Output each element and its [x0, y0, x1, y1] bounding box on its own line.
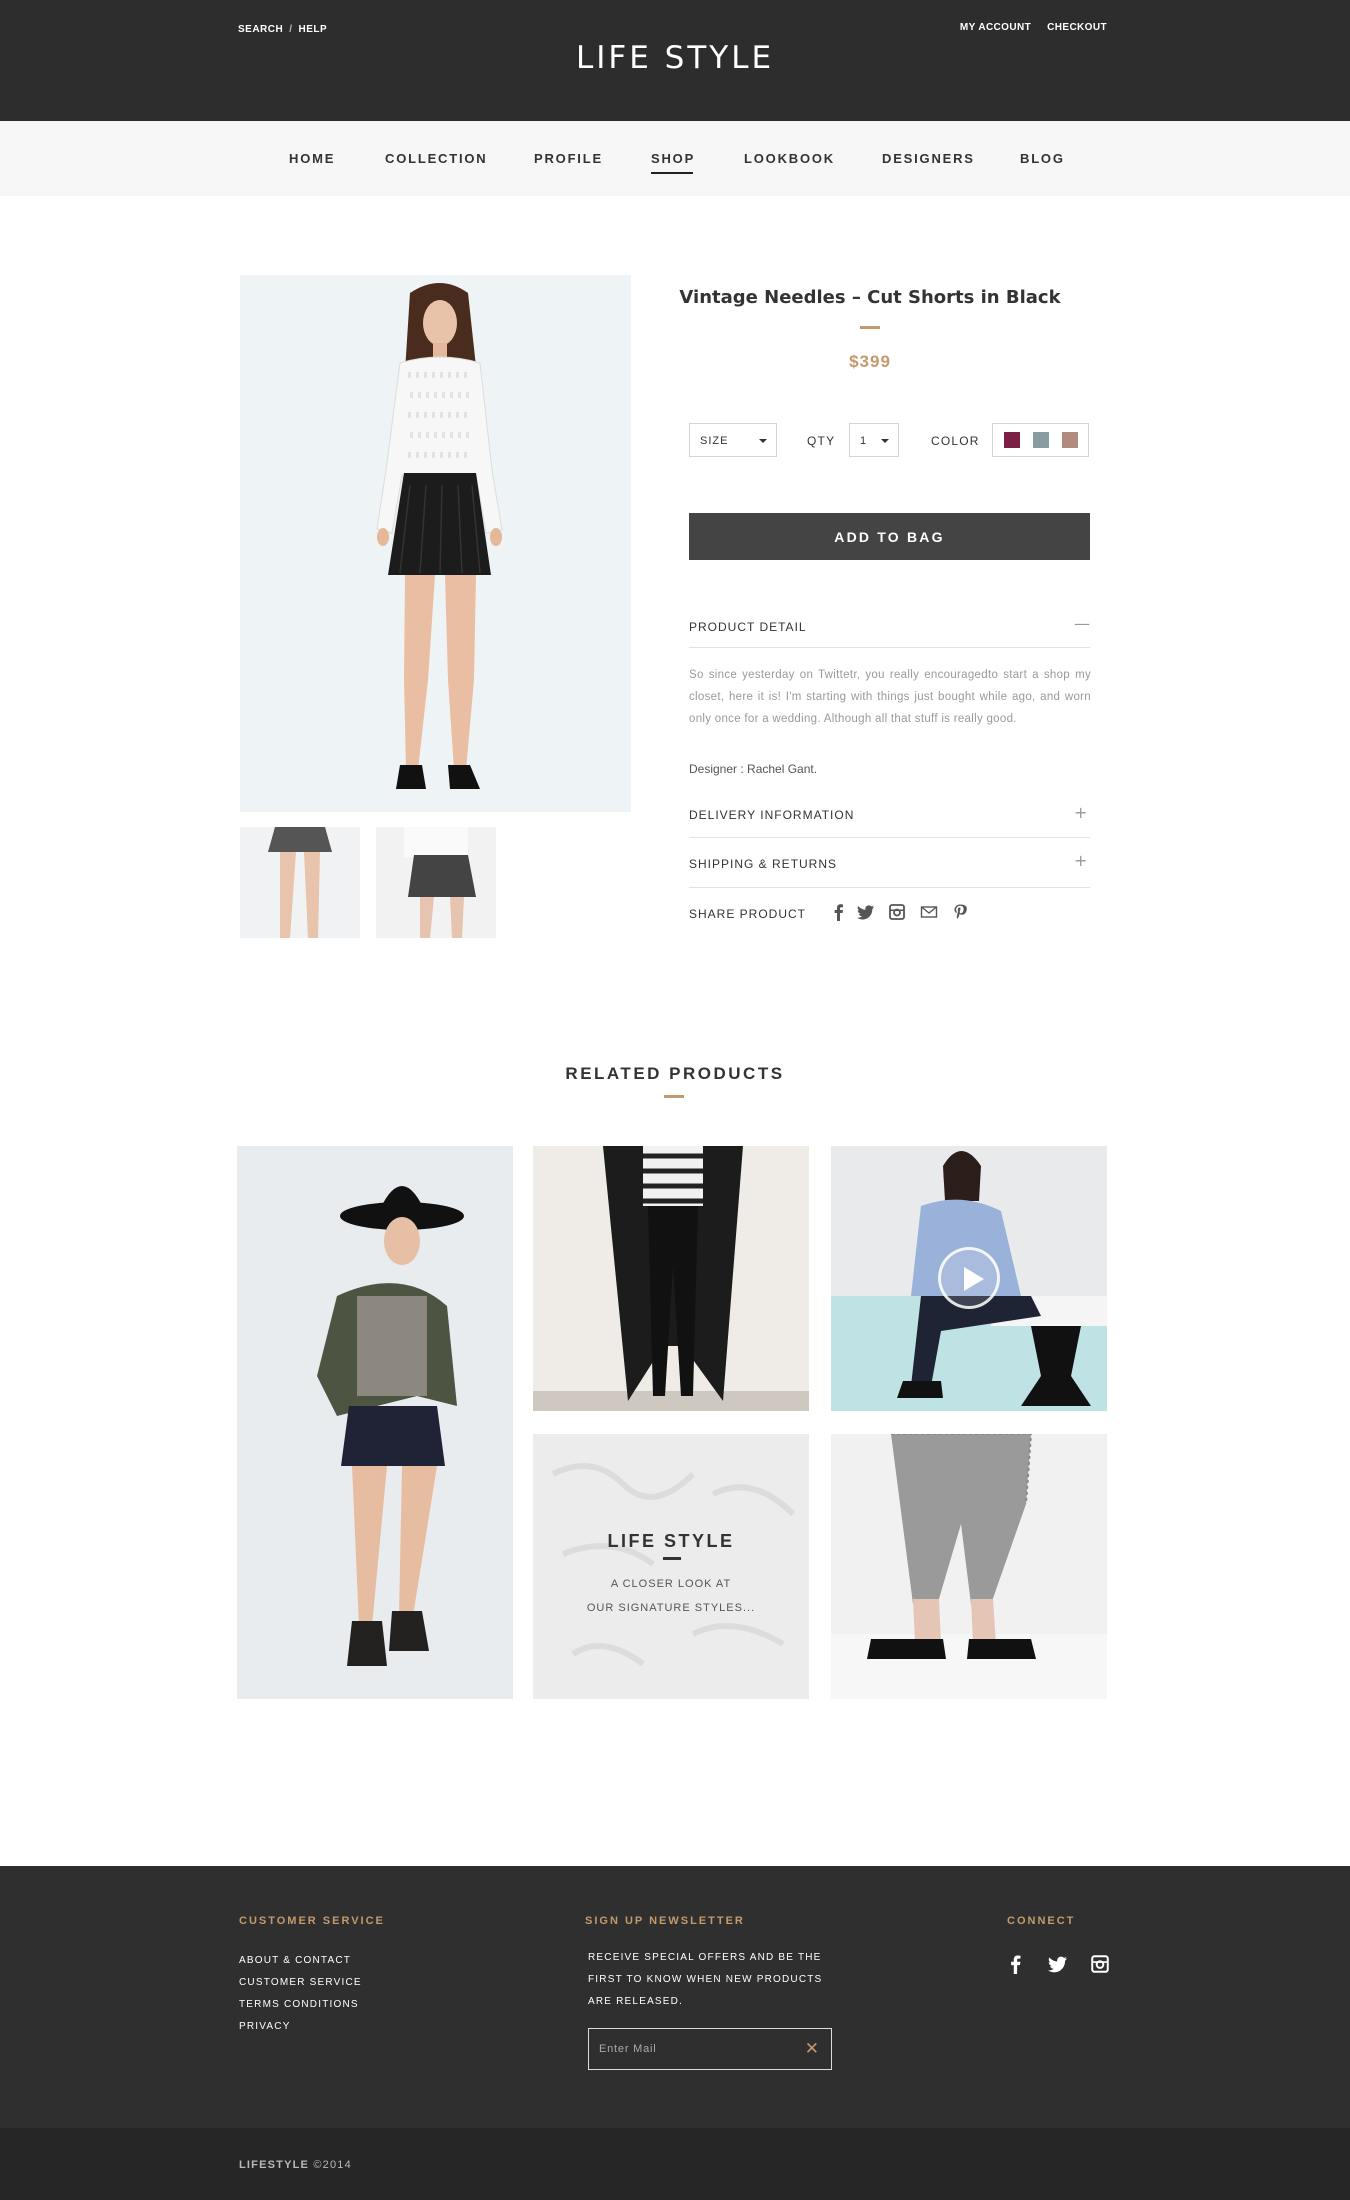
related-accent-line — [664, 1095, 684, 1098]
instagram-icon[interactable] — [1090, 1954, 1110, 1974]
model-coat-illustration — [533, 1146, 809, 1411]
top-header: SEARCH / HELP MY ACCOUNT CHECKOUT LIFE STYL… — [0, 0, 1350, 121]
promo-subtitle-line-1: A CLOSER LOOK AT — [610, 1578, 732, 1590]
my-account-link[interactable]: MY ACCOUNT — [960, 22, 1031, 33]
utility-links: SEARCH / HELP — [238, 24, 327, 35]
model-hat-illustration — [237, 1146, 513, 1699]
copyright-year: ©2014 — [313, 2159, 352, 2171]
product-description: So since yesterday on Twittetr, you real… — [689, 669, 1091, 725]
color-label: COLOR — [931, 434, 980, 448]
thumbnail-skirt-illustration — [240, 827, 360, 938]
facebook-icon[interactable] — [1006, 1954, 1026, 1974]
checkout-link[interactable]: CHECKOUT — [1047, 22, 1107, 33]
promo-divider — [663, 1557, 681, 1560]
copyright-brand: LIFESTYLE — [239, 2159, 310, 2171]
expand-plus-icon[interactable]: + — [1074, 803, 1087, 822]
product-main-image[interactable] — [240, 275, 631, 812]
qty-chevron-down-icon — [881, 439, 889, 443]
related-product-video-card[interactable] — [831, 1146, 1107, 1411]
color-swatch-burgundy[interactable] — [1004, 432, 1020, 448]
collapse-minus-icon[interactable]: — — [1074, 614, 1090, 633]
footer-link-about-contact[interactable]: ABOUT & CONTACT — [239, 1955, 351, 1966]
size-select[interactable]: SIZE — [689, 423, 777, 457]
qty-label: QTY — [807, 434, 836, 448]
footer-link-terms-conditions[interactable]: TERMS CONDITIONS — [239, 1999, 359, 2010]
qty-value: 1 — [860, 435, 868, 447]
mail-icon[interactable] — [920, 903, 938, 921]
newsletter-heading: SIGN UP NEWSLETTER — [585, 1915, 745, 1927]
instagram-icon[interactable] — [888, 903, 906, 921]
newsletter-description: RECEIVE SPECIAL OFFERS AND BE THE FIRST … — [588, 1952, 823, 2007]
promo-card[interactable]: LIFE STYLE A CLOSER LOOK AT OUR SIGNATUR… — [533, 1434, 809, 1699]
nav-item-lookbook[interactable]: LOOKBOOK — [744, 151, 835, 166]
nav-item-shop[interactable]: SHOP — [651, 151, 695, 174]
shipping-returns-heading[interactable]: SHIPPING & RETURNS — [689, 857, 837, 871]
connect-heading: CONNECT — [1007, 1915, 1076, 1927]
thumbnail-shorts-illustration — [376, 827, 496, 938]
nav-item-blog[interactable]: BLOG — [1020, 151, 1065, 166]
footer-link-customer-service[interactable]: CUSTOMER SERVICE — [239, 1977, 362, 1988]
qty-select[interactable]: 1 — [849, 423, 899, 457]
title-accent-line — [860, 326, 880, 329]
twitter-icon[interactable] — [1048, 1954, 1068, 1974]
nav-item-designers[interactable]: DESIGNERS — [882, 151, 975, 166]
pinterest-icon[interactable] — [951, 903, 969, 921]
newsletter-form: ✕ — [588, 2028, 832, 2070]
clear-close-icon[interactable]: ✕ — [805, 2039, 819, 2059]
product-price: $399 — [849, 352, 891, 371]
product-thumbnail-1[interactable] — [240, 827, 360, 938]
related-product-card[interactable] — [533, 1146, 809, 1411]
main-nav: HOME COLLECTION PROFILE SHOP LOOKBOOK DE… — [0, 121, 1350, 196]
share-product-label: SHARE PRODUCT — [689, 907, 807, 921]
play-video-icon[interactable] — [938, 1247, 1000, 1309]
utility-separator: / — [289, 24, 293, 35]
site-logo[interactable]: LIFE STYLE — [0, 40, 1350, 76]
nav-item-collection[interactable]: COLLECTION — [385, 151, 488, 166]
promo-subtitle-line-2: OUR SIGNATURE STYLES... — [586, 1602, 756, 1614]
help-link[interactable]: HELP — [299, 24, 328, 35]
email-input[interactable] — [589, 2029, 799, 2069]
add-to-bag-button[interactable]: ADD TO BAG — [689, 513, 1090, 560]
promo-title: LIFE STYLE — [607, 1531, 735, 1551]
model-illustration — [240, 275, 631, 812]
promo-subtitle: A CLOSER LOOK AT OUR SIGNATURE STYLES... — [533, 1572, 809, 1620]
divider — [689, 887, 1090, 888]
facebook-icon[interactable] — [830, 903, 848, 921]
site-footer: CUSTOMER SERVICE ABOUT & CONTACT CUSTOME… — [0, 1866, 1350, 2128]
product-title: Vintage Needles – Cut Shorts in Black — [679, 287, 1061, 308]
footer-link-privacy[interactable]: PRIVACY — [239, 2021, 291, 2032]
related-product-card[interactable] — [237, 1146, 513, 1699]
copyright-bar: LIFESTYLE ©2014 — [0, 2128, 1350, 2200]
copyright-text: LIFESTYLE ©2014 — [239, 2159, 352, 2171]
model-trousers-illustration — [831, 1434, 1107, 1699]
account-links: MY ACCOUNT CHECKOUT — [944, 22, 1107, 33]
twitter-icon[interactable] — [857, 903, 875, 921]
plaster-texture — [533, 1434, 809, 1699]
divider — [689, 837, 1090, 838]
nav-item-home[interactable]: HOME — [289, 151, 335, 166]
product-detail-heading[interactable]: PRODUCT DETAIL — [689, 620, 807, 634]
divider — [689, 647, 1090, 648]
related-products-heading: RELATED PRODUCTS — [565, 1064, 785, 1083]
related-product-card[interactable] — [831, 1434, 1107, 1699]
size-select-label: SIZE — [700, 435, 729, 447]
customer-service-heading: CUSTOMER SERVICE — [239, 1915, 385, 1927]
color-swatch-rose[interactable] — [1062, 432, 1078, 448]
designer-credit: Designer : Rachel Gant. — [689, 762, 818, 776]
expand-plus-icon[interactable]: + — [1074, 851, 1087, 870]
size-chevron-down-icon — [759, 439, 767, 443]
delivery-information-heading[interactable]: DELIVERY INFORMATION — [689, 808, 854, 822]
search-link[interactable]: SEARCH — [238, 24, 283, 35]
color-swatch-grey-blue[interactable] — [1033, 432, 1049, 448]
product-thumbnail-2[interactable] — [376, 827, 496, 938]
nav-item-profile[interactable]: PROFILE — [534, 151, 603, 166]
